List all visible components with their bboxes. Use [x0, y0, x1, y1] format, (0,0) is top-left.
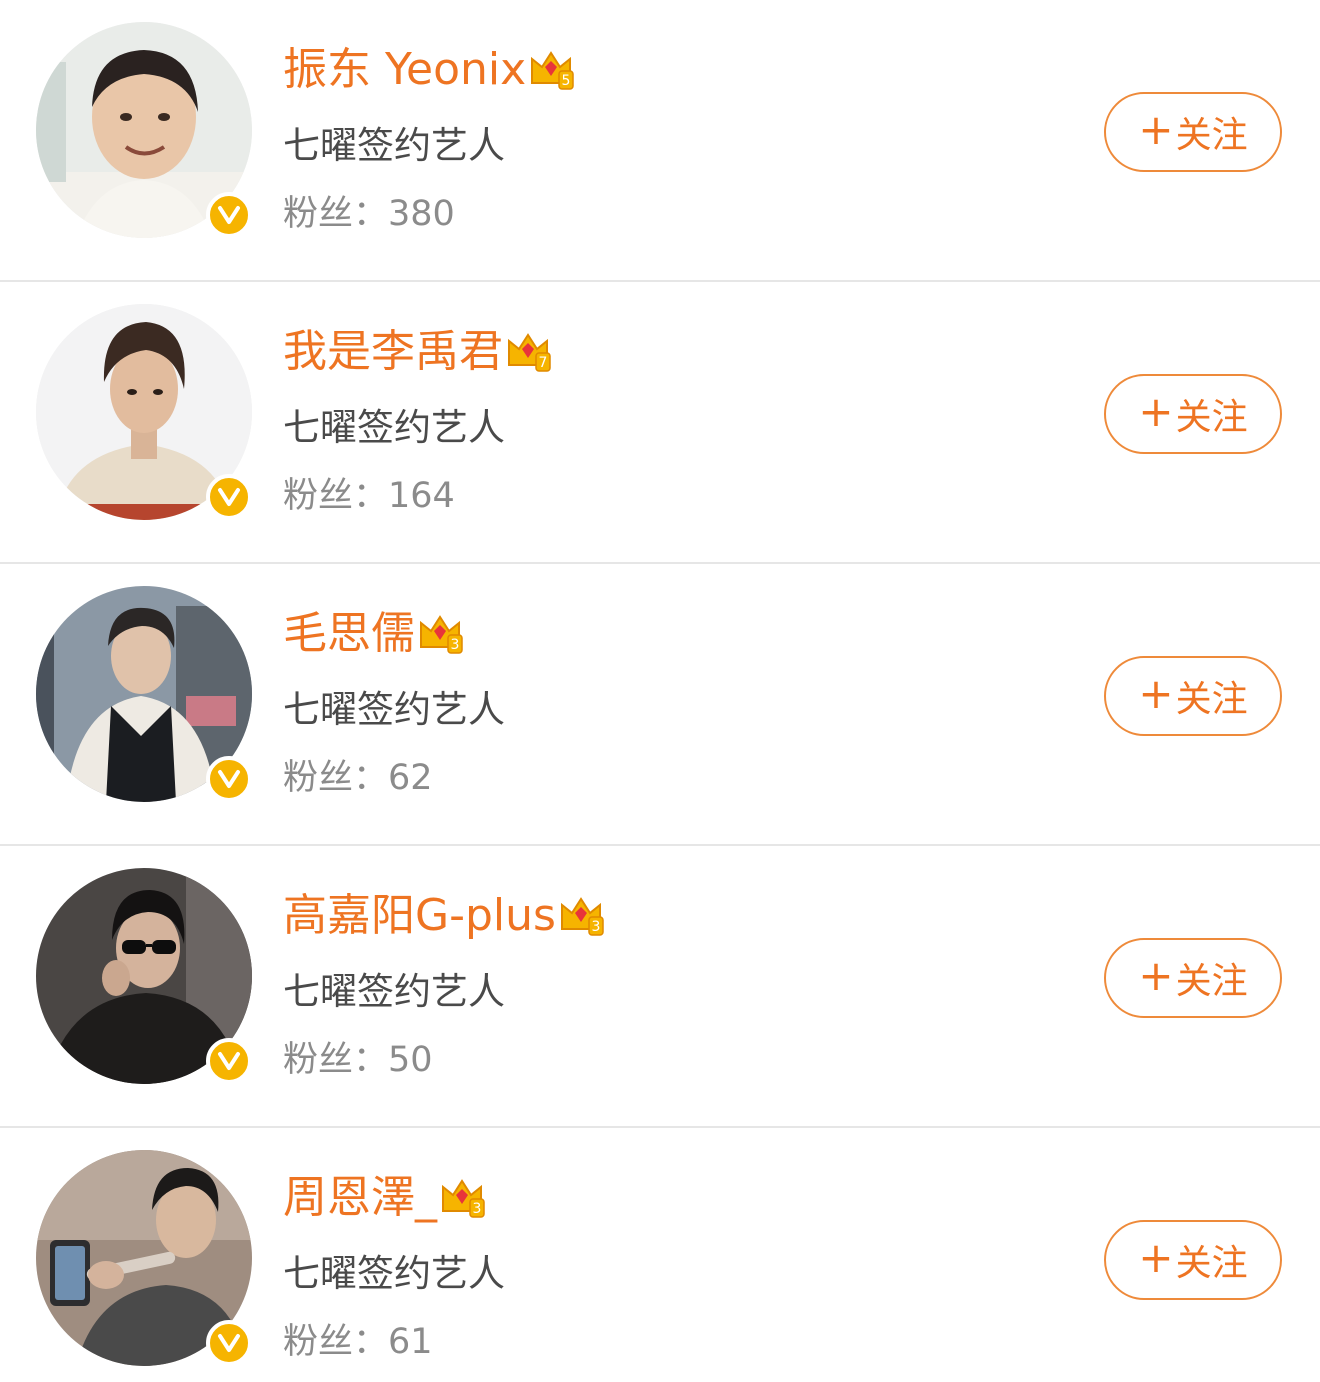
crown-icon: 5	[528, 45, 574, 91]
crown-icon: 3	[417, 609, 463, 655]
list-item[interactable]: 高嘉阳G-plus 3 七曜签约艺人 粉丝：50 + 关注	[0, 846, 1320, 1128]
name-line: 周恩澤_ 3	[283, 1170, 485, 1226]
fans-label: 粉丝：	[283, 1040, 389, 1080]
user-name[interactable]: 我是李禹君	[283, 324, 503, 380]
follow-button[interactable]: + 关注	[1104, 938, 1282, 1018]
crown-icon: 3	[439, 1173, 485, 1219]
name-line: 高嘉阳G-plus 3	[283, 888, 604, 944]
verified-v-icon	[206, 192, 252, 238]
crown-level: 5	[562, 73, 571, 89]
fans-count: 61	[388, 1322, 433, 1362]
crown-level: 3	[473, 1201, 482, 1217]
fans-count-line: 粉丝：380	[283, 190, 455, 238]
follow-label: 关注	[1175, 1243, 1248, 1284]
artist-list: 振东 Yeonix 5 七曜签约艺人 粉丝：380 + 关注 我是李禹君 7 七…	[0, 0, 1320, 1382]
user-name[interactable]: 周恩澤_	[283, 1170, 437, 1226]
follow-button[interactable]: + 关注	[1104, 656, 1282, 736]
user-name[interactable]: 振东 Yeonix	[283, 42, 526, 98]
name-line: 振东 Yeonix 5	[283, 42, 574, 98]
follow-label: 关注	[1175, 115, 1248, 156]
plus-icon: +	[1138, 951, 1174, 1000]
follow-label: 关注	[1175, 397, 1248, 438]
verified-v-icon	[206, 756, 252, 802]
user-description: 七曜签约艺人	[283, 970, 505, 1013]
fans-label: 粉丝：	[283, 194, 389, 234]
crown-icon: 3	[558, 891, 604, 937]
fans-label: 粉丝：	[283, 476, 389, 516]
user-description: 七曜签约艺人	[283, 1252, 505, 1295]
crown-level: 3	[591, 919, 600, 935]
plus-icon: +	[1138, 105, 1174, 154]
list-item[interactable]: 周恩澤_ 3 七曜签约艺人 粉丝：61 + 关注	[0, 1128, 1320, 1382]
follow-button[interactable]: + 关注	[1104, 1220, 1282, 1300]
follow-button[interactable]: + 关注	[1104, 92, 1282, 172]
plus-icon: +	[1138, 387, 1174, 436]
verified-v-icon	[206, 474, 252, 520]
verified-v-icon	[206, 1038, 252, 1084]
crown-icon: 7	[505, 327, 551, 373]
fans-count: 62	[388, 758, 433, 798]
user-name[interactable]: 高嘉阳G-plus	[283, 888, 556, 944]
fans-count-line: 粉丝：62	[283, 754, 433, 802]
fans-count: 164	[388, 476, 455, 516]
user-name[interactable]: 毛思儒	[283, 606, 415, 662]
verified-v-icon	[206, 1320, 252, 1366]
crown-level: 3	[451, 637, 460, 653]
user-description: 七曜签约艺人	[283, 688, 505, 731]
list-item[interactable]: 毛思儒 3 七曜签约艺人 粉丝：62 + 关注	[0, 564, 1320, 846]
crown-level: 7	[539, 355, 548, 371]
plus-icon: +	[1138, 1233, 1174, 1282]
list-item[interactable]: 振东 Yeonix 5 七曜签约艺人 粉丝：380 + 关注	[0, 0, 1320, 282]
user-description: 七曜签约艺人	[283, 406, 505, 449]
list-item[interactable]: 我是李禹君 7 七曜签约艺人 粉丝：164 + 关注	[0, 282, 1320, 564]
user-description: 七曜签约艺人	[283, 124, 505, 167]
name-line: 毛思儒 3	[283, 606, 463, 662]
follow-button[interactable]: + 关注	[1104, 374, 1282, 454]
follow-label: 关注	[1175, 679, 1248, 720]
fans-count: 380	[388, 194, 455, 234]
plus-icon: +	[1138, 669, 1174, 718]
follow-label: 关注	[1175, 961, 1248, 1002]
fans-label: 粉丝：	[283, 758, 389, 798]
fans-count: 50	[388, 1040, 433, 1080]
fans-count-line: 粉丝：164	[283, 472, 455, 520]
fans-label: 粉丝：	[283, 1322, 389, 1362]
fans-count-line: 粉丝：61	[283, 1318, 433, 1366]
name-line: 我是李禹君 7	[283, 324, 551, 380]
fans-count-line: 粉丝：50	[283, 1036, 433, 1084]
